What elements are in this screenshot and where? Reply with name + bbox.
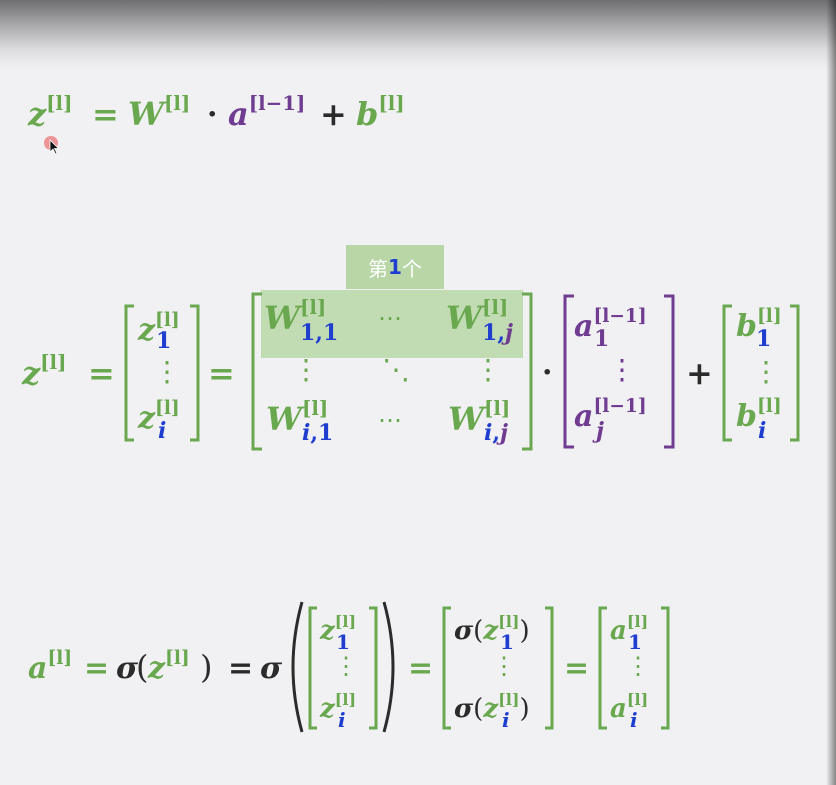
eq3-equals-4: = [564,651,590,686]
a-vector-sub-j: j [596,418,604,444]
eq2-z: z[l] [22,350,67,392]
w-vdots-right: ⋮ [474,353,502,386]
eq3-equals-2: = [228,651,254,686]
eq2-dot: · [542,355,553,390]
z-vector-sub-1: 1 [156,328,172,354]
eq1-z: z[l] [28,91,73,133]
eq3-a-sub-i: i [630,708,638,732]
w-sub-i-1: i,1 [302,420,334,446]
a-vector-sub-1: 1 [594,326,610,352]
a-vector-entry-1: a[l−1] [574,306,647,344]
eq3-a-vdots: ⋮ [626,652,650,680]
eq2-plus: + [686,354,713,392]
eq3-lparen-1: ( [136,648,149,686]
eq3-sigma-entry-1: σ(z[l]) [454,611,530,646]
eq3-equals-3: = [408,651,434,686]
eq3-sigma-entry-i: σ(z[l]) [454,689,530,724]
eq1-equals: = [92,95,119,133]
eq3-sigma-2: σ [260,651,283,686]
z-vector-sub-i: i [158,418,167,444]
eq2-equals-1: = [88,354,115,392]
w-sub-i-j: i,j [484,420,508,446]
eq1-a: a[l−1] [228,91,306,133]
w-ddots: ⋱ [382,353,410,386]
w-hdots-top: ⋯ [378,304,402,332]
w-sub-1-j: 1,j [482,320,513,346]
a-vector-vdots: ⋮ [608,353,636,386]
eq3-a: a[l] [28,648,73,686]
eq3-sigma-vdots: ⋮ [492,652,516,680]
eq3-z-sub-i: i [338,708,346,732]
b-vector-sub-i: i [758,418,767,444]
eq1-plus: + [320,95,347,133]
eq3-sigma-1: σ [116,651,139,686]
eq3-a-sub-1: 1 [628,630,642,654]
w-vdots-left: ⋮ [292,353,320,386]
a-vector-entry-j: a[l−1] [574,396,647,434]
eq3-z-vdots: ⋮ [334,652,358,680]
top-shadow [0,0,836,70]
b-vector-sub-1: 1 [756,326,772,352]
eq1-b: b[l] [356,91,405,133]
first-row-badge: 第1个 [346,245,444,289]
eq2-equals-2: = [208,354,235,392]
b-vector-vdots: ⋮ [752,355,780,388]
eq3-rparen-1: ) [200,648,213,686]
eq1-W: W[l] [128,91,191,133]
eq3-z-sub-1: 1 [336,630,350,654]
eq3-equals-1: = [84,651,110,686]
w-hdots-bottom: ⋯ [378,406,402,434]
z-vector-vdots: ⋮ [153,355,181,388]
eq1-dot: · [207,97,218,132]
right-edge-shadow [826,0,836,785]
w-sub-1-1: 1,1 [300,320,339,346]
eq3-z: z[l] [148,648,190,686]
eq3-sigma-sub-1: 1 [500,630,514,654]
eq3-sigma-sub-i: i [502,708,510,732]
